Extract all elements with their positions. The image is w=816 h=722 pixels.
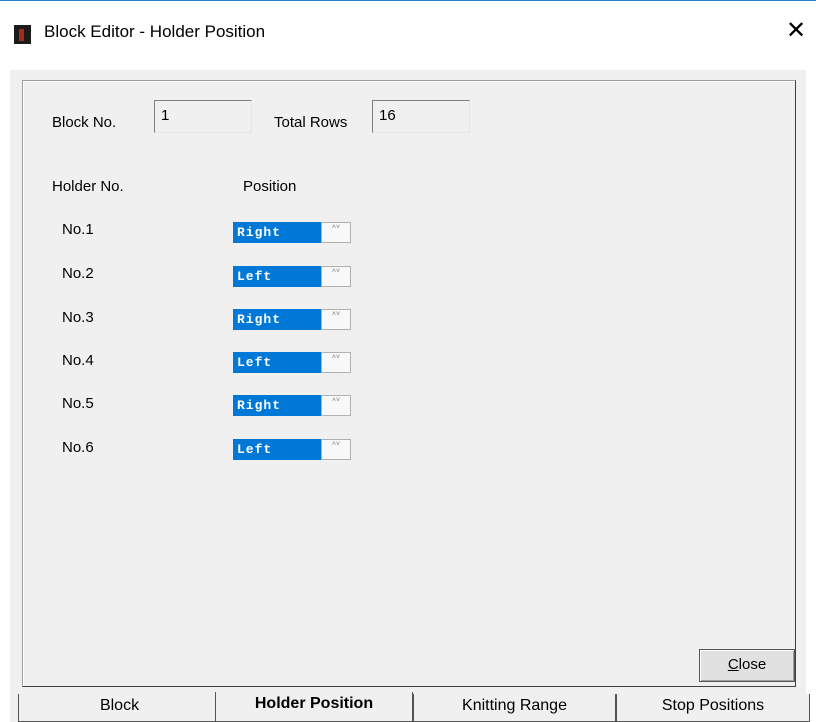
position-value[interactable]: Left [233, 352, 321, 373]
dialog-client-area: Block No. 1 Total Rows 16 Holder No. Pos… [10, 70, 810, 722]
block-no-label: Block No. [52, 114, 117, 131]
tab-holder-position[interactable]: Holder Position [215, 692, 413, 722]
close-button[interactable]: Close [699, 649, 795, 682]
close-window-icon[interactable]: ✕ [786, 17, 806, 45]
title-bar[interactable]: Block Editor - Holder Position ✕ [0, 1, 816, 59]
total-rows-label: Total Rows [274, 114, 348, 131]
position-spinner[interactable]: Right ˄˅ [233, 309, 351, 330]
position-spinner[interactable]: Left ˄˅ [233, 352, 351, 373]
position-spinner[interactable]: Left ˄˅ [233, 266, 351, 287]
spin-arrows-icon[interactable]: ˄˅ [321, 352, 351, 373]
block-no-field[interactable]: 1 [154, 100, 252, 133]
position-value[interactable]: Right [233, 309, 321, 330]
position-value[interactable]: Left [233, 439, 321, 460]
position-spinner[interactable]: Left ˄˅ [233, 439, 351, 460]
position-value[interactable]: Right [233, 222, 321, 243]
position-spinner[interactable]: Right ˄˅ [233, 395, 351, 416]
position-value[interactable]: Left [233, 266, 321, 287]
spin-arrows-icon[interactable]: ˄˅ [321, 222, 351, 243]
holder-label: No.2 [62, 265, 94, 282]
spin-arrows-icon[interactable]: ˄˅ [321, 266, 351, 287]
position-spinner[interactable]: Right ˄˅ [233, 222, 351, 243]
window-title: Block Editor - Holder Position [44, 22, 266, 41]
spin-arrows-icon[interactable]: ˄˅ [321, 309, 351, 330]
close-mnemonic: C [727, 656, 739, 673]
close-label-rest: lose [738, 656, 767, 673]
holder-label: No.5 [62, 395, 94, 412]
position-value[interactable]: Right [233, 395, 321, 416]
position-header: Position [243, 178, 297, 195]
holder-label: No.3 [62, 309, 94, 326]
holder-label: No.4 [62, 352, 94, 369]
holder-no-header: Holder No. [52, 178, 124, 195]
app-icon [14, 25, 31, 44]
total-rows-field[interactable]: 16 [372, 100, 470, 133]
spin-arrows-icon[interactable]: ˄˅ [321, 439, 351, 460]
holder-label: No.1 [62, 221, 94, 238]
spin-arrows-icon[interactable]: ˄˅ [321, 395, 351, 416]
tab-block[interactable]: Block [18, 694, 221, 722]
holder-label: No.6 [62, 439, 94, 456]
tab-stop-positions[interactable]: Stop Positions [616, 694, 810, 722]
tab-knitting-range[interactable]: Knitting Range [413, 694, 616, 722]
holder-position-panel: Block No. 1 Total Rows 16 Holder No. Pos… [22, 80, 796, 687]
